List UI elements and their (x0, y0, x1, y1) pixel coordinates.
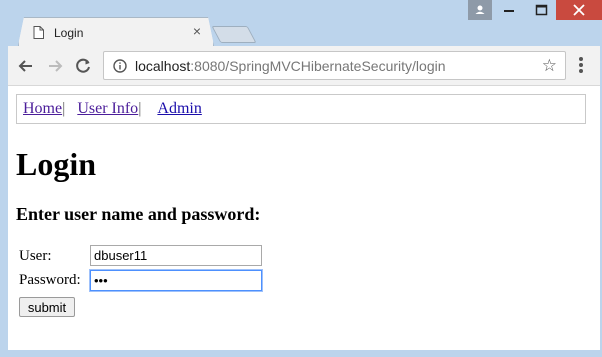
page-title: Login (16, 146, 97, 182)
user-icon[interactable] (468, 0, 492, 20)
star-icon[interactable]: ☆ (542, 56, 557, 76)
page-subtitle: Enter user name and password: (16, 204, 261, 224)
info-icon[interactable] (113, 59, 127, 73)
window-close-icon[interactable] (556, 0, 602, 20)
browser-toolbar: localhost:8080/SpringMVCHibernateSecurit… (8, 46, 600, 86)
submit-button[interactable]: submit (19, 297, 75, 317)
page-content: Home| User Info| Admin Login Enter user … (8, 86, 600, 350)
minimize-icon[interactable] (496, 0, 522, 20)
user-info-link[interactable]: User Info (77, 100, 138, 117)
tab-active[interactable]: Login × (18, 17, 214, 46)
page-icon (33, 26, 44, 39)
url-host: localhost (135, 58, 191, 74)
home-link[interactable]: Home (23, 100, 62, 117)
browser-window: Login × localhost:8080/SpringMVCHibernat… (0, 0, 602, 357)
password-input[interactable] (90, 270, 262, 291)
menu-icon[interactable] (574, 56, 588, 76)
url-path: :8080/SpringMVCHibernateSecurity/login (190, 58, 446, 74)
tab-title: Login (54, 26, 84, 40)
nav-separator: | (62, 100, 66, 117)
back-arrow-icon[interactable] (15, 55, 37, 77)
forward-arrow-icon[interactable] (44, 55, 66, 77)
reload-icon[interactable] (72, 55, 94, 77)
tab-strip: Login × (0, 0, 602, 46)
close-icon[interactable]: × (193, 23, 201, 39)
admin-link[interactable]: Admin (157, 100, 201, 117)
user-label: User: (19, 248, 52, 264)
maximize-icon[interactable] (528, 0, 554, 20)
password-label: Password: (19, 272, 81, 288)
url-text[interactable]: localhost:8080/SpringMVCHibernateSecurit… (135, 58, 446, 74)
nav-separator: | (138, 100, 142, 117)
new-tab-button[interactable] (211, 26, 257, 43)
username-input[interactable] (90, 245, 262, 266)
nav-menu: Home| User Info| Admin (16, 94, 586, 124)
address-bar[interactable]: localhost:8080/SpringMVCHibernateSecurit… (103, 51, 566, 80)
